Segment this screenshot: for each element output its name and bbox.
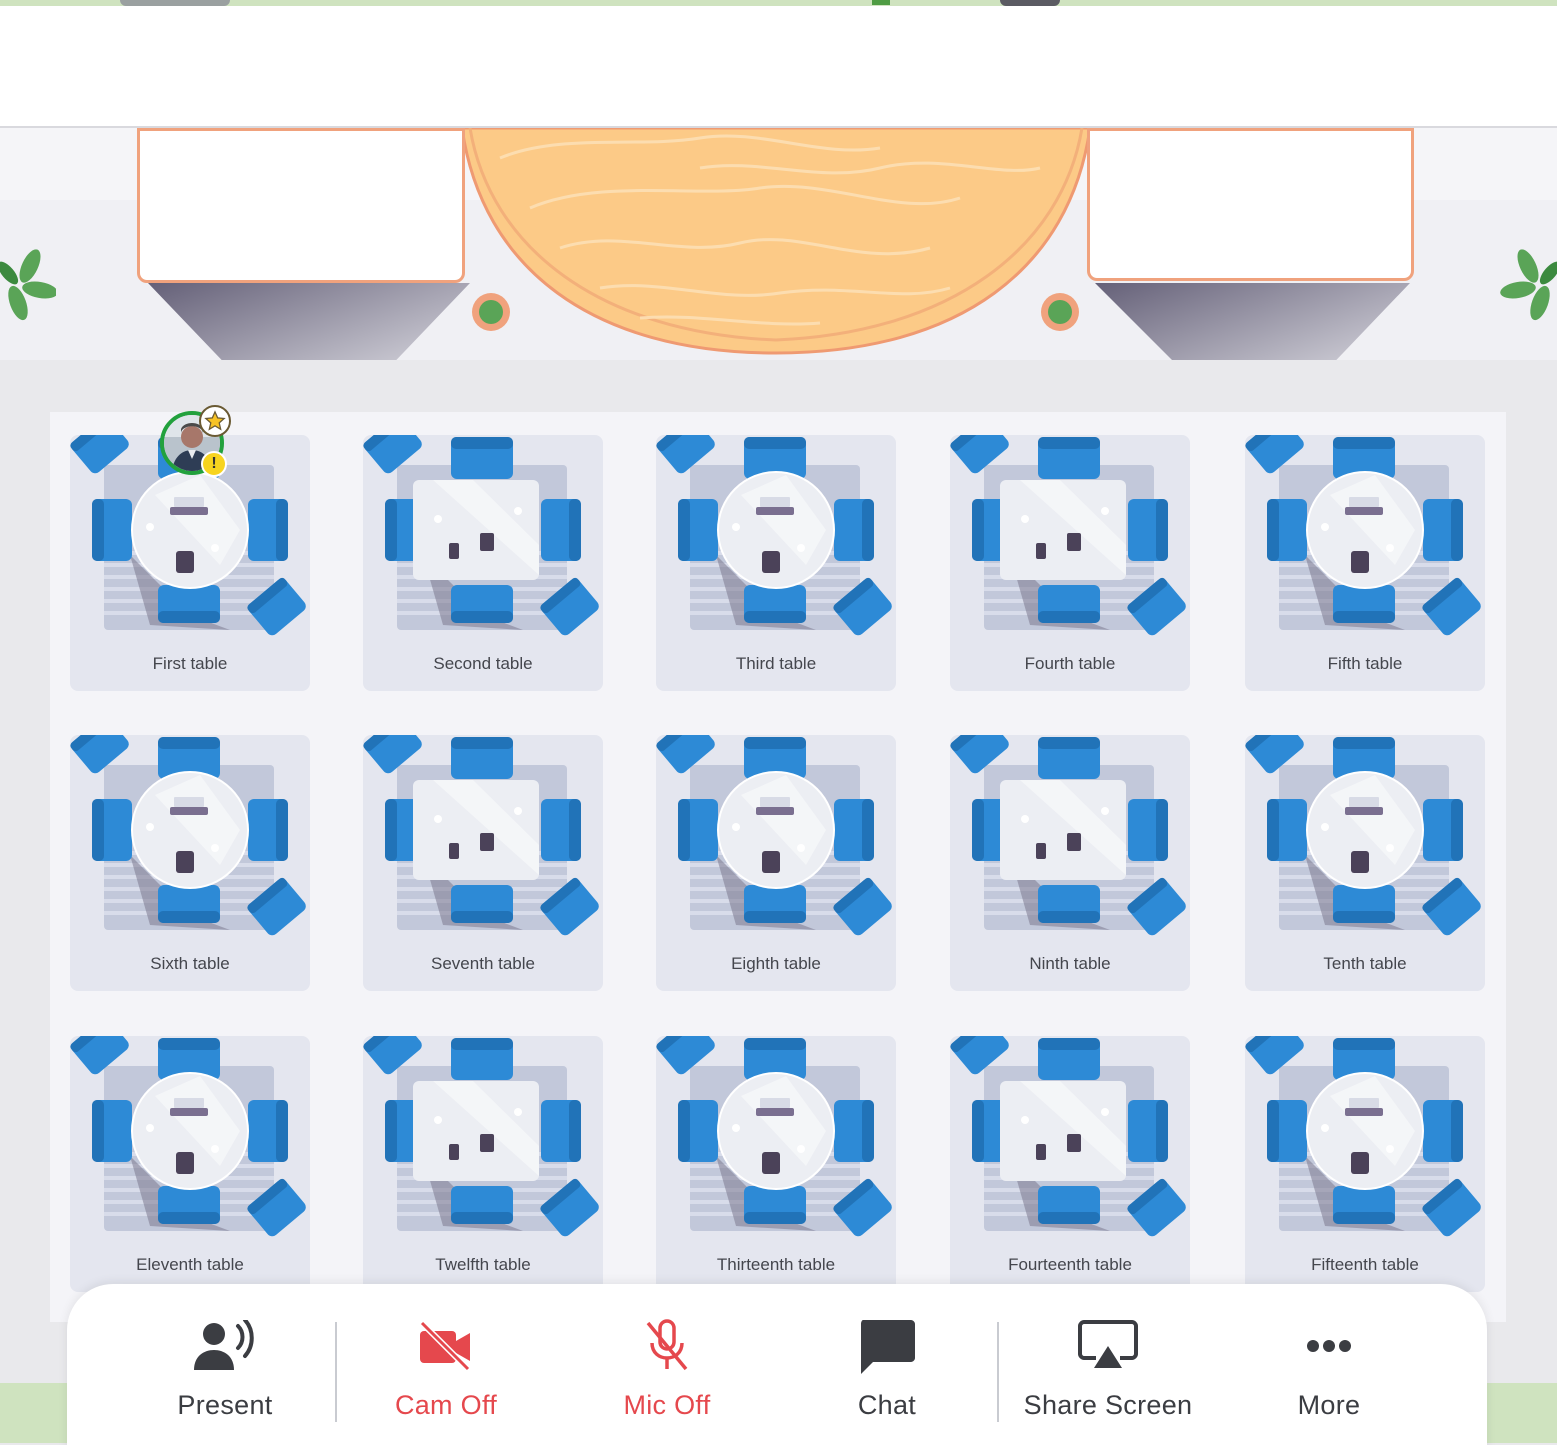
share-screen-icon [1078,1318,1138,1374]
meeting-toolbar: Present Cam Off Mic Off Chat Share Scree… [67,1284,1487,1445]
table-illustration [1245,735,1481,936]
share-screen-label: Share Screen [1023,1390,1193,1420]
table-label: Fifth table [1327,654,1403,673]
table-label: Sixth table [150,954,230,973]
table-label: Third table [735,654,817,673]
camera-off-icon [418,1318,474,1374]
cam-off-label: Cam Off [394,1390,498,1420]
chat-label: Chat [857,1390,917,1420]
left-plant [0,249,56,321]
right-display-screen [1087,128,1414,281]
table-tile[interactable]: Twelfth table [363,1036,603,1292]
table-label: Tenth table [1323,954,1407,973]
table-illustration [363,1036,599,1237]
table-tile[interactable]: Second table [363,435,603,691]
mic-off-button[interactable]: Mic Off [597,1284,737,1445]
status-warning-icon: ! [201,451,227,477]
table-tile[interactable]: Fifteenth table [1245,1036,1485,1292]
table-label: Second table [433,654,533,673]
virtual-room: First table Second table Third table Fourth… [0,0,1557,1445]
table-illustration [363,735,599,936]
more-button[interactable]: More [1259,1284,1399,1445]
table-label: Seventh table [431,954,535,973]
more-icon [1306,1318,1352,1374]
table-illustration [950,735,1186,936]
table-tile[interactable]: Thirteenth table [656,1036,896,1292]
table-label: Twelfth table [435,1255,531,1274]
table-tile[interactable]: Eighth table [656,735,896,991]
table-tile[interactable]: Eleventh table [70,1036,310,1292]
table-tile[interactable]: Fifth table [1245,435,1485,691]
toolbar-divider [335,1322,337,1422]
present-button[interactable]: Present [155,1284,295,1445]
more-label: More [1297,1390,1361,1420]
mic-off-icon [642,1318,692,1374]
table-illustration [656,1036,892,1237]
table-label: Fourteenth table [1008,1255,1132,1274]
table-illustration [363,435,599,636]
table-label: Eighth table [731,954,821,973]
chat-icon [859,1318,915,1374]
table-illustration [950,435,1186,636]
table-label: First table [152,654,228,673]
table-label: Ninth table [1029,954,1111,973]
mic-off-label: Mic Off [623,1390,711,1420]
cam-off-button[interactable]: Cam Off [376,1284,516,1445]
table-label: Fourth table [1024,654,1116,673]
table-illustration [656,435,892,636]
table-tile[interactable]: Seventh table [363,735,603,991]
present-label: Present [177,1390,273,1420]
table-illustration [70,735,306,936]
bottom-scenery-left [0,1383,70,1443]
table-illustration [656,735,892,936]
table-illustration [70,1036,306,1237]
bottom-scenery-right [1487,1383,1557,1443]
table-label: Eleventh table [136,1255,244,1274]
table-tile[interactable]: Third table [656,435,896,691]
table-tile[interactable]: Ninth table [950,735,1190,991]
toolbar-divider [997,1322,999,1422]
table-label: Thirteenth table [716,1255,836,1274]
share-screen-button[interactable]: Share Screen [1013,1284,1203,1445]
table-tile[interactable]: Tenth table [1245,735,1485,991]
table-illustration [950,1036,1186,1237]
header-banner [0,6,1557,128]
chat-button[interactable]: Chat [817,1284,957,1445]
present-icon [194,1318,256,1374]
table-illustration [1245,1036,1481,1237]
table-tile[interactable]: Fourth table [950,435,1190,691]
host-star-icon [199,405,231,437]
table-tile[interactable]: Fourteenth table [950,1036,1190,1292]
right-plant [1500,249,1557,321]
left-display-screen [137,128,465,283]
table-label: Fifteenth table [1311,1255,1419,1274]
table-illustration [1245,435,1481,636]
table-tile[interactable]: Sixth table [70,735,310,991]
